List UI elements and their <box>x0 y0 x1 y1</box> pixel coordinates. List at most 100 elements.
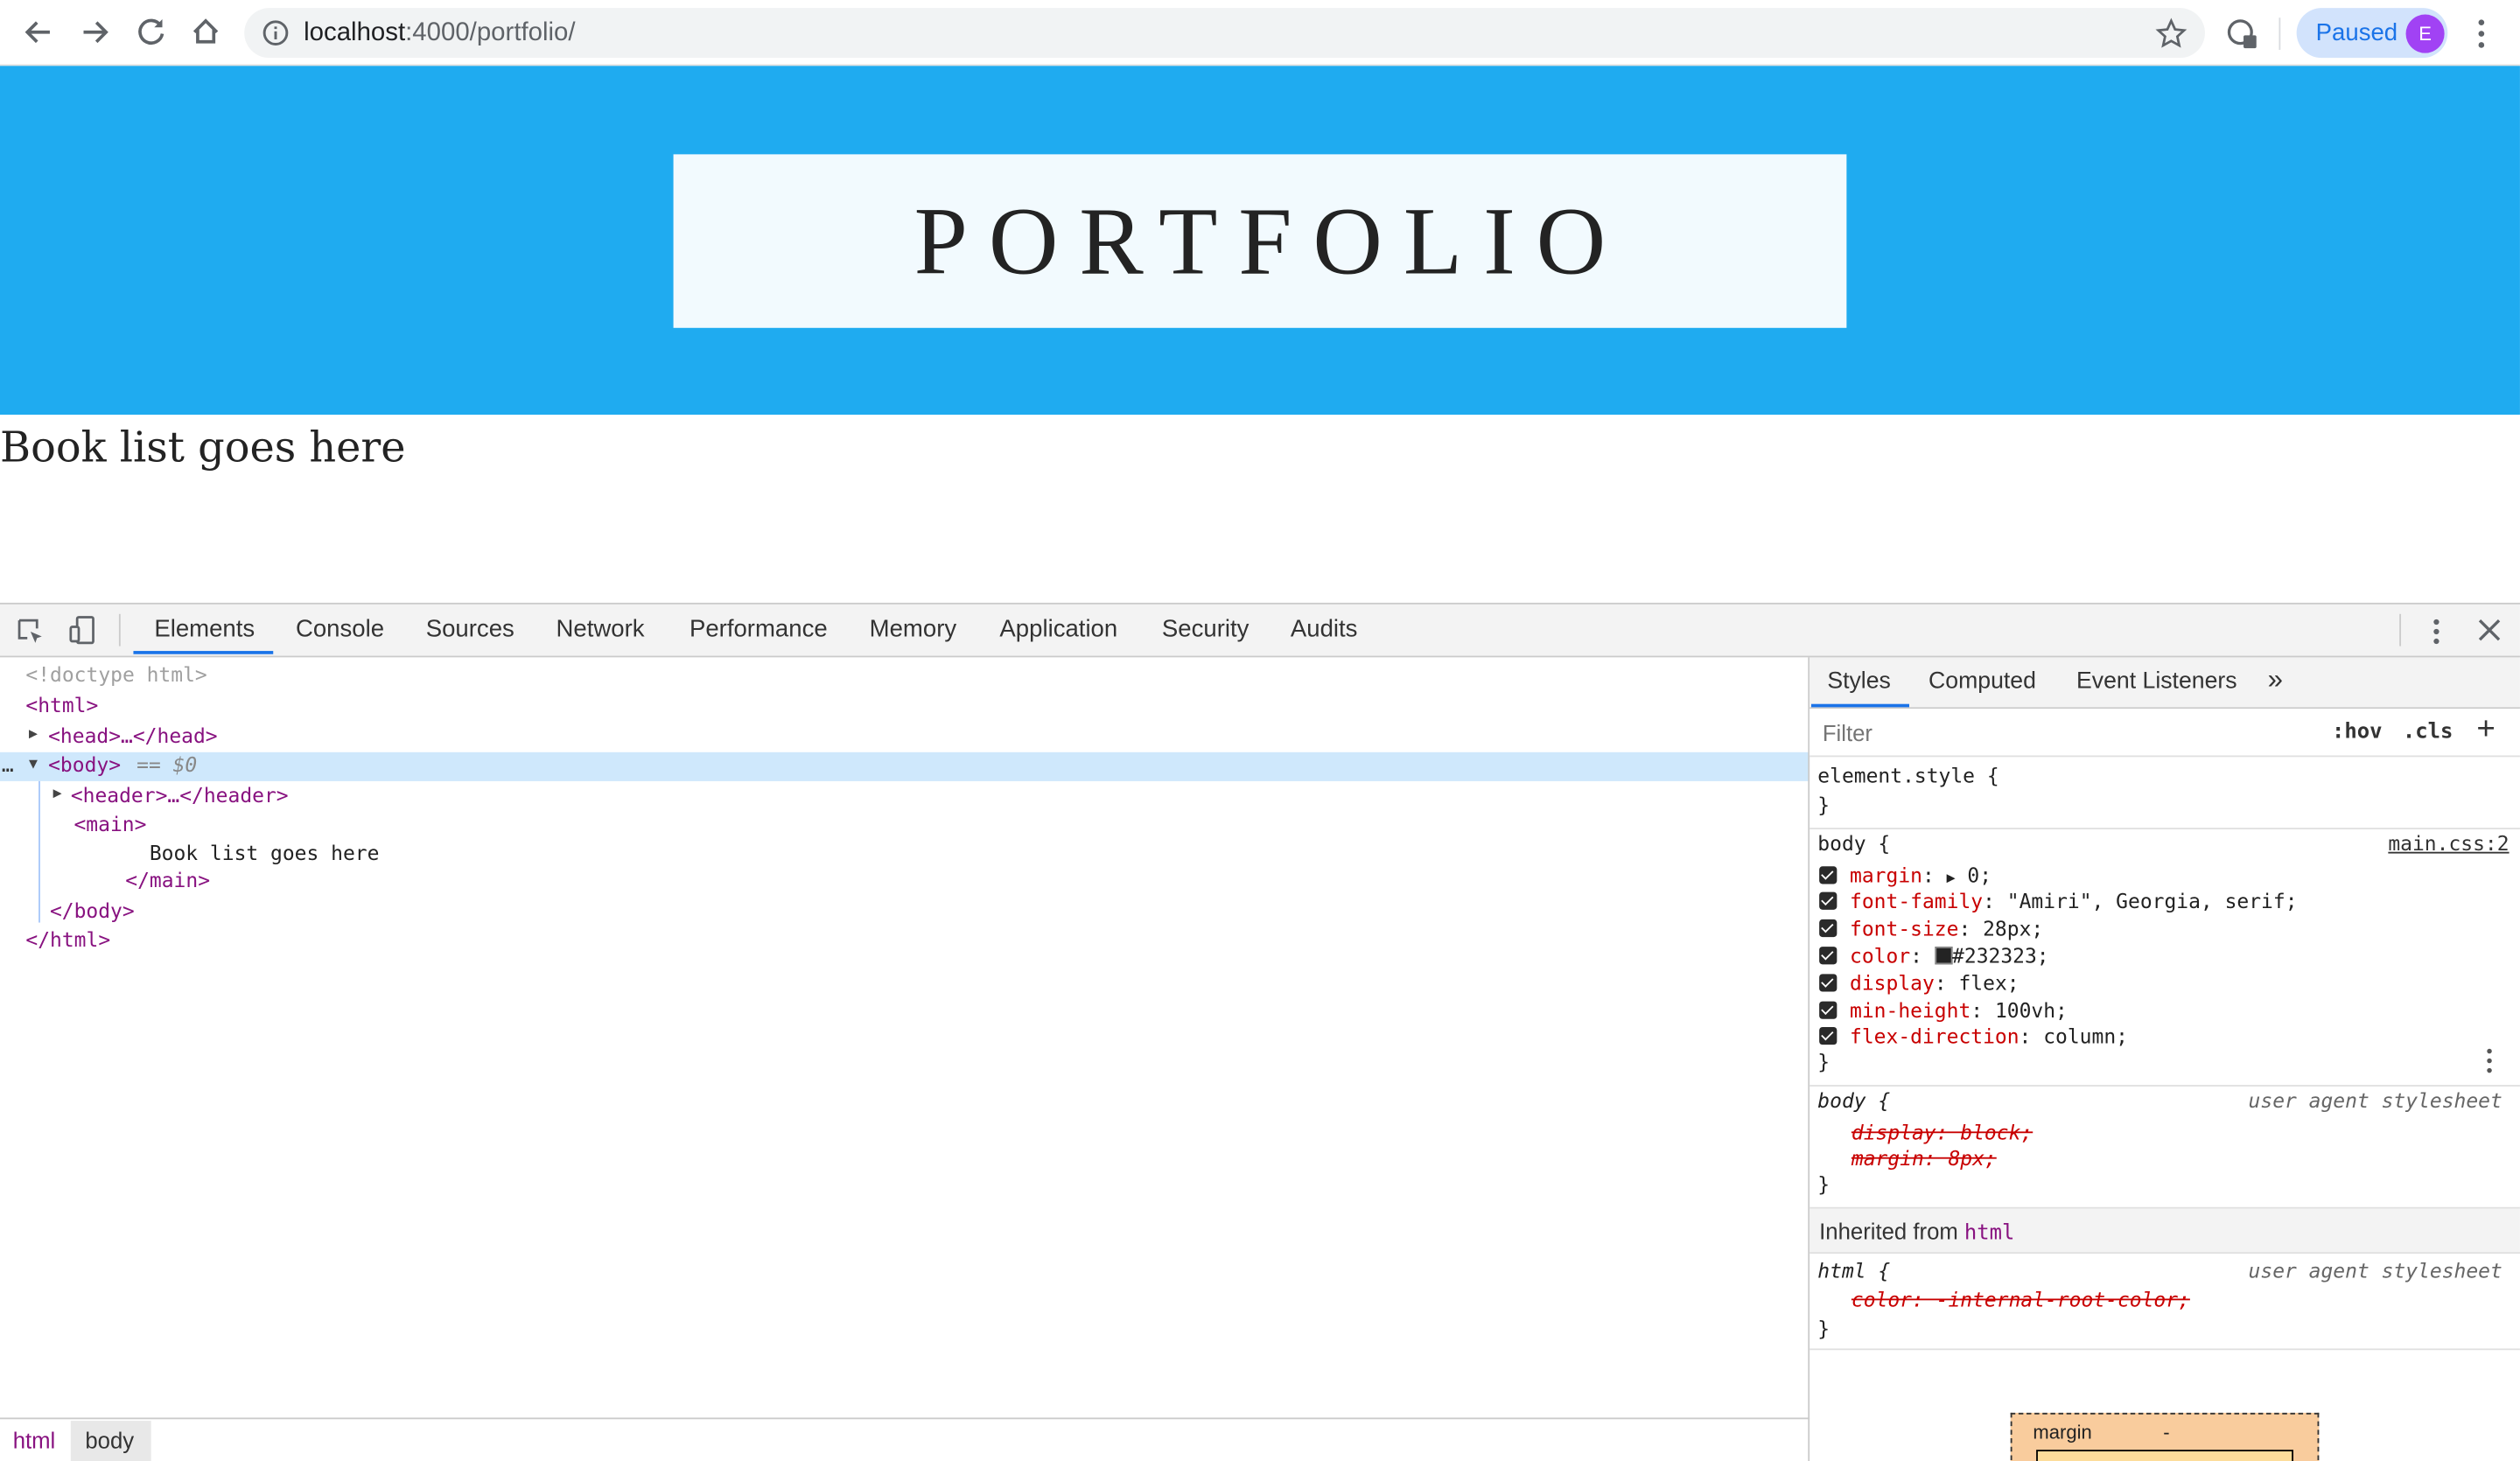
tab-console[interactable]: Console <box>296 616 384 643</box>
hov-button[interactable]: :hov <box>2332 720 2383 744</box>
more-tabs-icon[interactable]: » <box>2268 664 2283 696</box>
home-icon[interactable] <box>185 11 227 53</box>
body-close-node[interactable]: </body> <box>50 897 135 926</box>
ua-rule-selector[interactable]: body { <box>1817 1088 1890 1115</box>
box-model-margin-label: margin <box>2033 1421 2092 1444</box>
styles-tab-indicator <box>1810 703 1909 708</box>
tab-event-listeners[interactable]: Event Listeners <box>2076 668 2237 694</box>
devtools-divider <box>118 613 121 647</box>
main-node[interactable]: <main> <box>74 810 146 839</box>
page-title: PORTFOLIO <box>914 187 1628 295</box>
inspect-element-icon[interactable] <box>15 616 47 648</box>
header-node[interactable]: <header>…</header> <box>71 781 289 810</box>
collapse-arrow-icon[interactable]: ▼ <box>29 751 38 779</box>
ua-rule-source: user agent stylesheet <box>2248 1087 2502 1113</box>
close-icon[interactable] <box>2476 617 2502 642</box>
css-declaration[interactable]: font-size: 28px; <box>1819 916 2043 943</box>
selected-node-highlight <box>0 751 1810 781</box>
ua-declaration[interactable]: margin: 8px; <box>1852 1146 1997 1173</box>
rule-separator <box>1810 828 2520 829</box>
checkbox-icon[interactable] <box>1819 1026 1838 1045</box>
body-rule-close: } <box>1817 1049 1830 1074</box>
checkbox-icon[interactable] <box>1819 919 1838 938</box>
breadcrumb-body[interactable]: body <box>70 1421 151 1461</box>
checkbox-icon[interactable] <box>1819 1001 1838 1019</box>
expand-arrow-icon[interactable]: ▶ <box>29 720 38 749</box>
rule-separator <box>1810 1085 2520 1087</box>
browser-window: localhost:4000/portfolio/ Paused E PORTF… <box>0 0 2520 1461</box>
breadcrumb <box>0 1417 1810 1461</box>
css-declaration[interactable]: flex-direction: column; <box>1819 1024 2128 1051</box>
box-model-border[interactable] <box>2036 1450 2293 1461</box>
more-dots-icon[interactable]: … <box>2 751 14 779</box>
tab-application[interactable]: Application <box>999 616 1117 643</box>
html-rule-close: } <box>1817 1316 1830 1341</box>
tab-computed[interactable]: Computed <box>1928 668 2036 694</box>
element-style-close: } <box>1817 792 1830 817</box>
html-node[interactable]: <html> <box>25 691 98 720</box>
panel-divider <box>1808 657 1810 1461</box>
extension-icon[interactable] <box>2226 17 2258 50</box>
main-text-node[interactable]: Book list goes here <box>150 839 380 868</box>
body-rule-source-link[interactable]: main.css:2 <box>2388 831 2509 858</box>
tab-elements[interactable]: Elements <box>154 616 255 643</box>
tab-network[interactable]: Network <box>556 616 644 643</box>
box-model-margin[interactable]: margin - <box>2010 1412 2320 1461</box>
new-rule-icon[interactable]: + <box>2476 712 2495 749</box>
cls-button[interactable]: .cls <box>2403 720 2454 744</box>
profile-status: Paused <box>2315 19 2398 47</box>
main-close-node[interactable]: </main> <box>125 866 210 895</box>
device-toolbar-icon[interactable] <box>67 614 100 647</box>
inherited-label: Inherited from html <box>1819 1218 2015 1246</box>
head-node[interactable]: <head>…</head> <box>48 722 218 751</box>
body-marker: == $0 <box>136 751 198 777</box>
reload-icon[interactable] <box>130 11 172 53</box>
element-style-selector[interactable]: element.style { <box>1817 764 1998 791</box>
tab-security[interactable]: Security <box>1162 616 1250 643</box>
checkbox-icon[interactable] <box>1819 974 1838 992</box>
tab-memory[interactable]: Memory <box>870 616 956 643</box>
forward-icon[interactable] <box>74 11 116 53</box>
checkbox-icon[interactable] <box>1819 866 1838 884</box>
box-model-margin-value: - <box>2163 1421 2170 1444</box>
rule-separator <box>1810 1348 2520 1351</box>
color-swatch[interactable] <box>1934 947 1953 965</box>
back-icon[interactable] <box>18 11 60 53</box>
html-rule-source: user agent stylesheet <box>2248 1258 2502 1283</box>
inherited-tag-link[interactable]: html <box>1964 1221 2015 1246</box>
css-declaration[interactable]: color: #232323; <box>1819 943 2049 970</box>
title-box: PORTFOLIO <box>673 154 1847 328</box>
info-icon[interactable] <box>262 19 289 46</box>
browser-menu-icon[interactable] <box>2468 16 2494 51</box>
rule-menu-icon[interactable] <box>2480 1046 2499 1075</box>
css-declaration[interactable]: font-family: "Amiri", Georgia, serif; <box>1819 889 2298 916</box>
breadcrumb-html[interactable]: html <box>0 1421 71 1461</box>
tree-guide-line <box>38 780 40 923</box>
devtools-menu-icon[interactable] <box>2424 616 2449 648</box>
css-declaration[interactable]: min-height: 100vh; <box>1819 998 2068 1025</box>
checkbox-icon[interactable] <box>1819 891 1838 910</box>
tab-sources[interactable]: Sources <box>426 616 514 643</box>
devtools-divider-right <box>2399 613 2402 647</box>
ua-declaration[interactable]: display: block; <box>1852 1121 2033 1148</box>
active-tab-indicator <box>133 651 274 654</box>
html-rule-selector[interactable]: html { <box>1817 1259 1890 1286</box>
html-close-node[interactable]: </html> <box>25 926 110 954</box>
html-declaration[interactable]: color: -internal-root-color; <box>1852 1288 2190 1315</box>
url-text[interactable]: localhost:4000/portfolio/ <box>304 17 575 50</box>
toolbar-divider <box>2278 17 2281 50</box>
body-rule-selector[interactable]: body { <box>1817 831 1890 858</box>
tab-performance[interactable]: Performance <box>690 616 828 643</box>
star-icon[interactable] <box>2155 17 2188 50</box>
body-node[interactable]: <body> <box>48 751 121 779</box>
expand-arrow-icon[interactable]: ▶ <box>1947 871 1956 887</box>
styles-filter-input[interactable] <box>1816 713 2308 752</box>
checkbox-icon[interactable] <box>1819 947 1838 965</box>
avatar[interactable]: E <box>2405 14 2445 53</box>
book-list-text: Book list goes here <box>0 424 406 473</box>
tab-audits[interactable]: Audits <box>1291 616 1358 643</box>
doctype-node[interactable]: <!doctype html> <box>25 661 206 689</box>
css-declaration[interactable]: display: flex; <box>1819 971 2020 998</box>
tab-styles[interactable]: Styles <box>1827 668 1891 694</box>
expand-arrow-icon[interactable]: ▶ <box>53 779 62 808</box>
